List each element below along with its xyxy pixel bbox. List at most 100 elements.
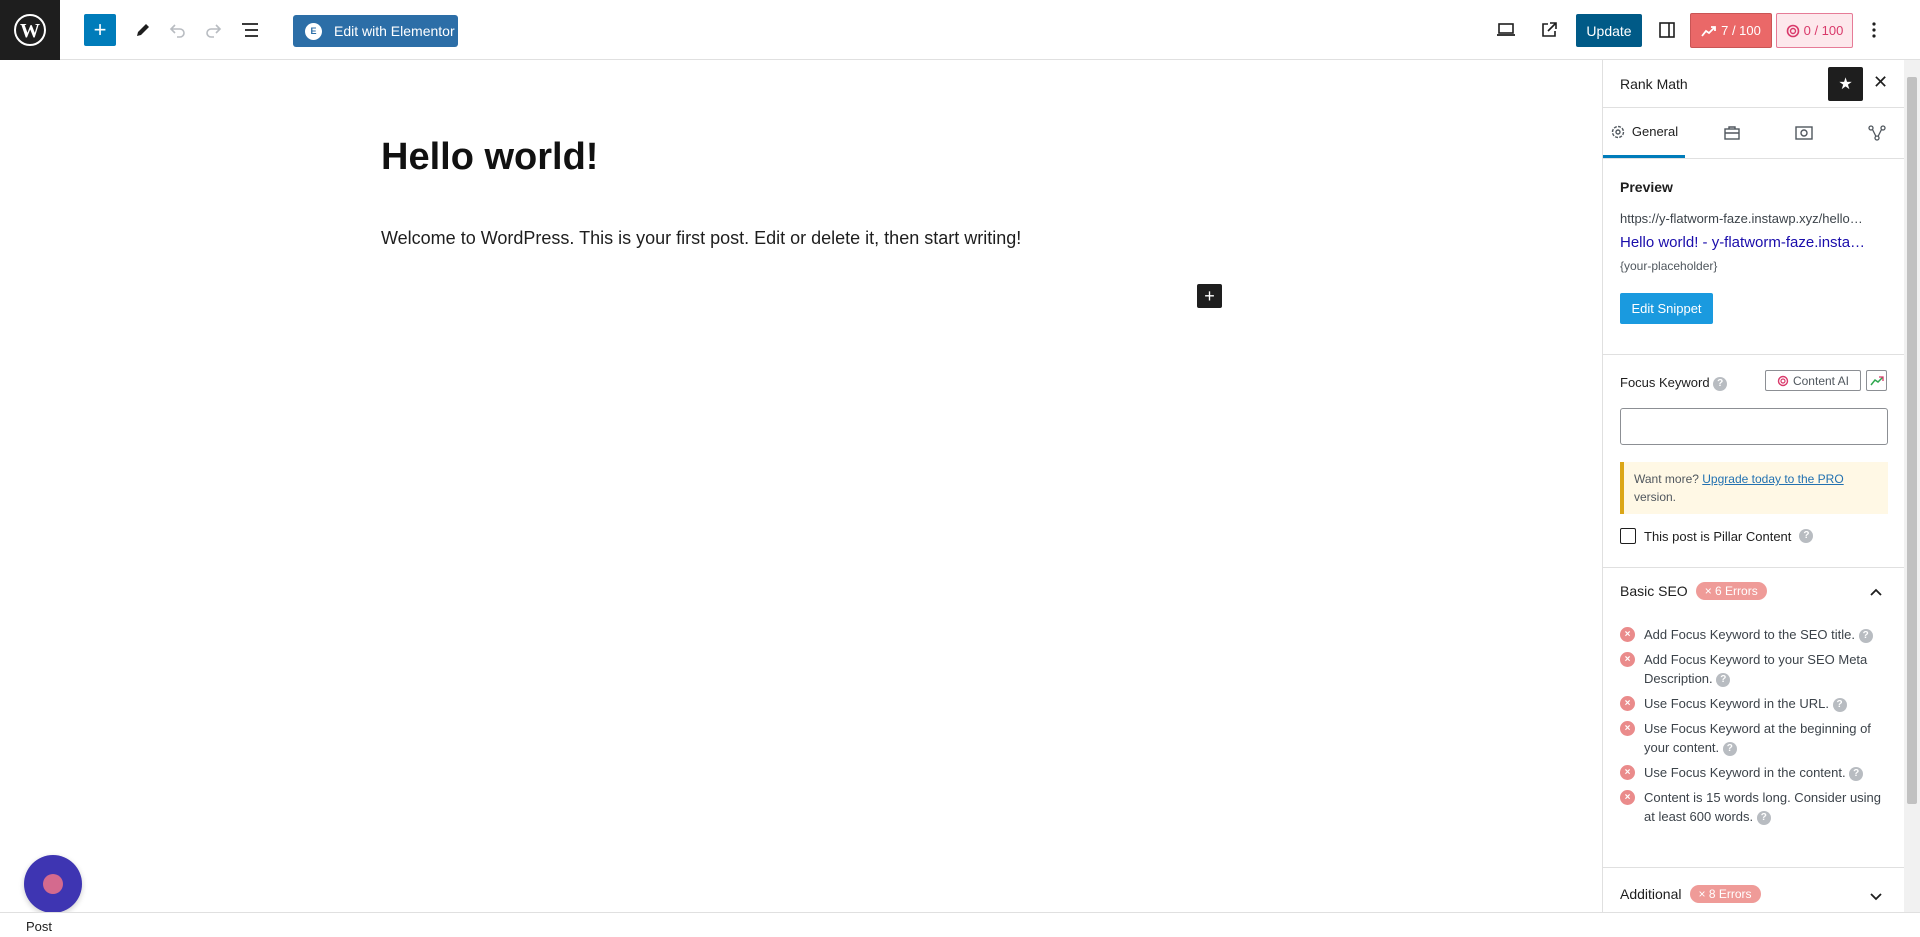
external-link-icon [1542, 22, 1557, 37]
undo-icon [169, 24, 185, 38]
help-icon[interactable]: ? [1722, 741, 1737, 756]
edit-snippet-button[interactable]: Edit Snippet [1620, 293, 1713, 324]
inline-add-block-button[interactable]: + [1197, 284, 1222, 308]
notice-suffix: version. [1634, 490, 1677, 504]
update-button[interactable]: Update [1576, 14, 1642, 47]
upgrade-notice: Want more? Upgrade today to the PRO vers… [1620, 462, 1888, 514]
rank-math-icon [1701, 25, 1717, 37]
seo-check-text: Add Focus Keyword to your SEO Meta Descr… [1644, 652, 1868, 687]
redo-button[interactable] [201, 14, 225, 46]
tools-pencil-button[interactable] [131, 14, 155, 46]
help-icon[interactable]: ? [1756, 810, 1771, 825]
seo-check-text: Use Focus Keyword at the beginning of yo… [1644, 721, 1871, 756]
focus-keyword-section: Focus Keyword ? Content AI Want more? Up… [1603, 355, 1904, 568]
keyword-trends-button[interactable] [1866, 370, 1887, 391]
preview-url: https://y-flatworm-faze.instawp.xyz/hell… [1620, 211, 1863, 226]
gear-icon [1611, 125, 1625, 138]
breadcrumb-post[interactable]: Post [26, 919, 52, 934]
assistant-icon [43, 874, 63, 894]
pillar-content-row: This post is Pillar Content ? [1620, 528, 1814, 544]
seo-check-text: Content is 15 words long. Consider using… [1644, 790, 1882, 825]
sidebar-scrollbar[interactable] [1904, 60, 1920, 912]
seo-check-text: Add Focus Keyword to the SEO title. ? [1644, 625, 1889, 644]
elementor-icon: E [305, 22, 322, 40]
view-post-button[interactable] [1537, 14, 1561, 46]
post-title[interactable]: Hello world! [381, 136, 598, 179]
seo-check-item: × Content is 15 words long. Consider usi… [1620, 788, 1881, 826]
content-ai-button[interactable]: Content AI [1765, 370, 1861, 391]
rank-math-sidebar: Rank Math ★ ✕ General Preview https://y-… [1602, 60, 1904, 912]
content-ai-icon [1777, 375, 1789, 386]
close-sidebar-button[interactable]: ✕ [1873, 72, 1888, 93]
content-ai-label: Content AI [1792, 373, 1850, 388]
floating-assistant-button[interactable] [24, 855, 82, 913]
additional-header[interactable]: Additional × 8 Errors [1620, 885, 1761, 903]
options-menu-button[interactable] [1864, 14, 1884, 46]
tab-general[interactable]: General [1603, 108, 1685, 158]
document-overview-button[interactable] [238, 14, 262, 46]
help-icon[interactable]: ? [1716, 672, 1731, 687]
tab-general-label: General [1631, 124, 1679, 139]
chevron-up-icon [1870, 588, 1882, 596]
preview-section: Preview https://y-flatworm-faze.instawp.… [1603, 159, 1904, 355]
seo-check-item: × Add Focus Keyword to your SEO Meta Des… [1620, 650, 1880, 688]
help-icon[interactable]: ? [1832, 697, 1847, 712]
tab-advanced[interactable] [1721, 122, 1743, 144]
edit-with-elementor-button[interactable]: E Edit with Elementor [293, 15, 458, 47]
error-icon: × [1620, 652, 1635, 667]
help-icon[interactable]: ? [1849, 766, 1864, 781]
redo-icon [206, 24, 222, 38]
pillar-content-checkbox[interactable] [1620, 528, 1636, 544]
schema-icon [1868, 125, 1886, 141]
sidebar-title: Rank Math [1620, 76, 1688, 92]
close-icon: ✕ [1873, 72, 1889, 92]
svg-text:W: W [20, 20, 40, 42]
pin-sidebar-button[interactable]: ★ [1828, 67, 1863, 101]
list-view-icon [242, 23, 258, 37]
tab-schema[interactable] [1866, 122, 1888, 144]
additional-label: Additional [1620, 886, 1682, 902]
help-icon[interactable]: ? [1713, 376, 1728, 391]
basic-seo-error-badge: × 6 Errors [1695, 582, 1767, 600]
expand-additional-button[interactable] [1869, 889, 1883, 907]
seo-check-item: × Use Focus Keyword at the beginning of … [1620, 719, 1880, 757]
additional-error-badge: × 8 Errors [1689, 885, 1761, 903]
settings-sidebar-toggle[interactable] [1655, 14, 1679, 46]
upgrade-pro-link[interactable]: Upgrade today to the PRO [1702, 472, 1843, 486]
post-paragraph-block[interactable]: Welcome to WordPress. This is your first… [381, 228, 1021, 249]
preview-title-link[interactable]: Hello world! - y-flatworm-faze.insta… [1620, 234, 1865, 251]
social-image-icon [1795, 126, 1813, 140]
pillar-content-label: This post is Pillar Content [1644, 528, 1792, 544]
sidebar-tabs: General [1603, 108, 1904, 159]
basic-seo-label: Basic SEO [1620, 583, 1688, 599]
help-icon[interactable]: ? [1858, 628, 1873, 643]
trend-chart-icon [1869, 375, 1884, 385]
error-icon: × [1620, 765, 1635, 780]
wordpress-icon: W [14, 14, 46, 46]
rank-math-seo-score-button[interactable]: 7 / 100 [1690, 13, 1772, 48]
star-icon: ★ [1838, 76, 1853, 93]
content-ai-score-value: 0 / 100 [1803, 23, 1844, 38]
focus-keyword-input[interactable] [1620, 408, 1888, 445]
focus-keyword-label-wrap: Focus Keyword ? [1620, 375, 1728, 391]
pencil-icon [137, 24, 149, 36]
preview-device-button[interactable] [1494, 14, 1518, 46]
wordpress-logo[interactable]: W [0, 0, 60, 60]
undo-button[interactable] [166, 14, 190, 46]
basic-seo-section: Basic SEO × 6 Errors × Add Focus Keyword… [1603, 568, 1904, 868]
content-ai-icon [1786, 24, 1799, 37]
basic-seo-header[interactable]: Basic SEO × 6 Errors [1620, 582, 1767, 600]
error-icon: × [1620, 696, 1635, 711]
edit-with-elementor-label: Edit with Elementor [334, 23, 455, 39]
collapse-basic-seo-button[interactable] [1869, 584, 1883, 602]
tab-social[interactable] [1793, 122, 1815, 144]
add-block-button[interactable]: + [84, 14, 116, 46]
briefcase-icon [1724, 126, 1740, 140]
sidebar-icon [1659, 22, 1675, 38]
sidebar-header: Rank Math ★ ✕ [1603, 60, 1904, 108]
scrollbar-thumb[interactable] [1907, 77, 1917, 804]
error-icon: × [1620, 721, 1635, 736]
content-ai-score-button[interactable]: 0 / 100 [1776, 13, 1853, 48]
help-icon[interactable]: ? [1799, 529, 1814, 543]
more-vertical-icon [1872, 22, 1876, 38]
